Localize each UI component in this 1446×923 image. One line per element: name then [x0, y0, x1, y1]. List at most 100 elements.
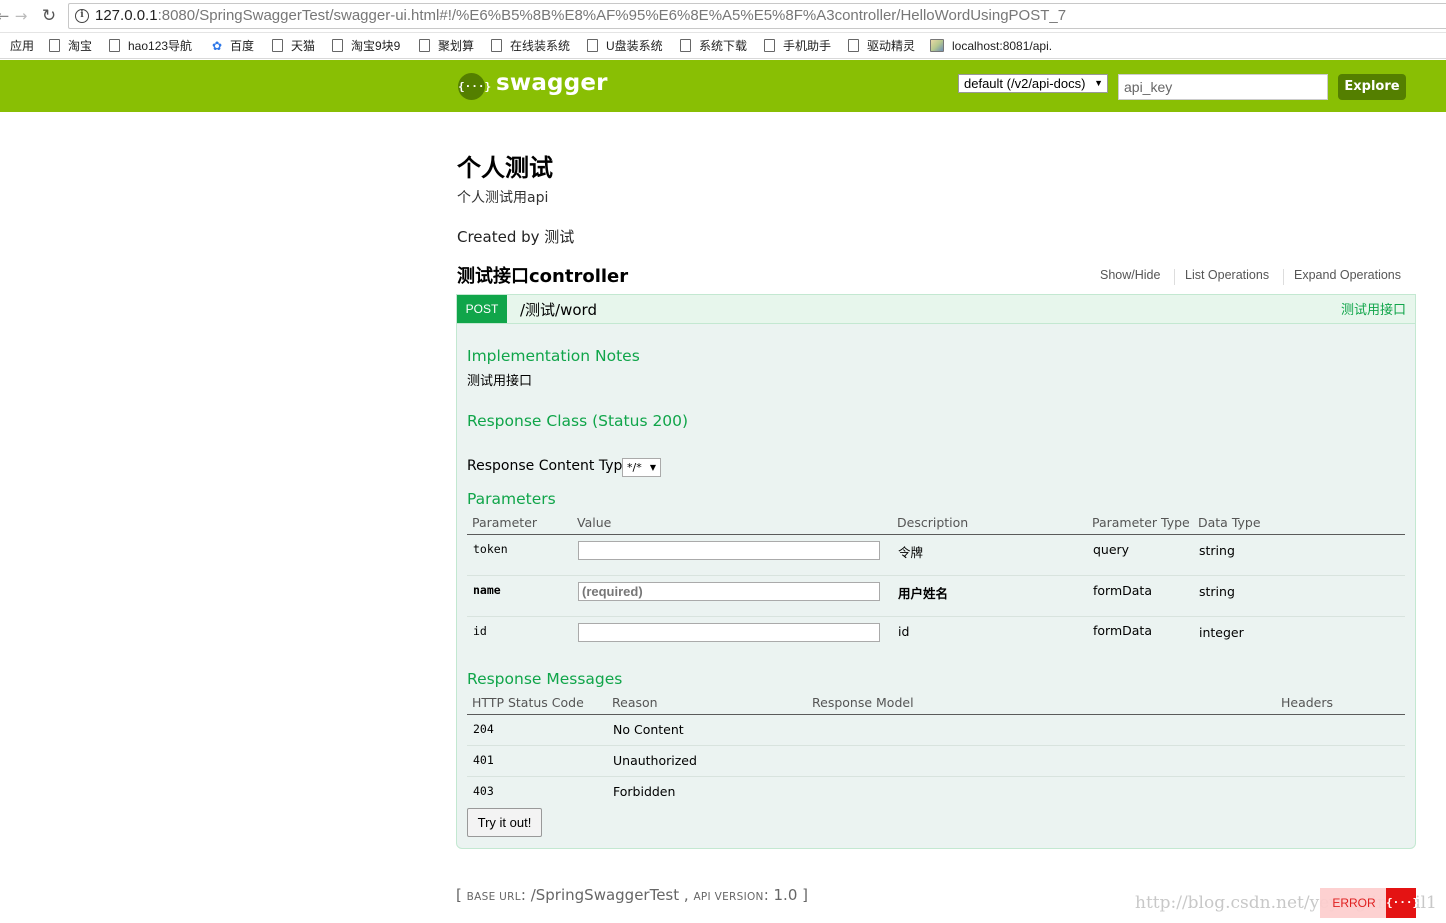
- parameters-heading: Parameters: [467, 490, 556, 508]
- page-icon: [272, 39, 283, 52]
- status-code: 403: [473, 784, 494, 798]
- browser-address-row: ← → ↻ i 127.0.0.1:8080/SpringSwaggerTest…: [0, 0, 1446, 33]
- address-bar[interactable]: i 127.0.0.1:8080/SpringSwaggerTest/swagg…: [68, 3, 1446, 29]
- info-icon[interactable]: i: [75, 9, 89, 23]
- paw-icon: ✿: [210, 39, 224, 53]
- show-hide-link[interactable]: Show/Hide: [1100, 268, 1160, 282]
- footer-base-url: [ Base url: /SpringSwaggerTest , api ver…: [456, 886, 808, 904]
- expand-operations-link[interactable]: Expand Operations: [1294, 268, 1401, 282]
- param-header-value: Value: [577, 515, 612, 530]
- bookmark-localhost[interactable]: localhost:8081/api.: [930, 37, 1052, 55]
- url-rest: :8080/SpringSwaggerTest/swagger-ui.html#…: [157, 7, 1067, 24]
- image-icon: [930, 39, 944, 52]
- swagger-logo-icon[interactable]: {···}: [458, 73, 491, 100]
- param-data-type: string: [1199, 543, 1235, 558]
- bookmark-label: localhost:8081/api.: [952, 39, 1053, 53]
- bookmark-usb-install[interactable]: U盘装系统: [587, 37, 663, 55]
- page-icon: [764, 39, 775, 52]
- table-header-rule: [467, 534, 1405, 535]
- msg-header-response-model: Response Model: [812, 695, 914, 710]
- param-header-parameter-type: Parameter Type: [1092, 515, 1190, 530]
- http-method-badge[interactable]: POST: [457, 295, 507, 323]
- status-reason: Unauthorized: [613, 753, 697, 768]
- page-icon: [109, 39, 120, 52]
- operation-summary[interactable]: 测试用接口: [1320, 299, 1406, 318]
- bookmark-tmall[interactable]: 天猫: [272, 37, 315, 55]
- api-version-value: : 1.0 ]: [763, 886, 808, 904]
- param-name: id: [473, 624, 487, 638]
- bookmark-label: 淘宝9块9: [351, 39, 401, 53]
- msg-header-reason: Reason: [612, 695, 658, 710]
- implementation-notes: 测试用接口: [467, 374, 533, 389]
- spec-select[interactable]: default (/v2/api-docs) ▼: [958, 74, 1108, 93]
- operation-heading[interactable]: [456, 294, 1416, 324]
- bookmarks-bar: 应用 淘宝 hao123导航 ✿ 百度 天猫 淘宝9块9 聚划算 在线装系统 U盘…: [0, 33, 1446, 59]
- response-class-heading: Response Class (Status 200): [467, 412, 689, 430]
- validator-error-icon[interactable]: {···}: [1386, 888, 1419, 918]
- url-text[interactable]: 127.0.0.1:8080/SpringSwaggerTest/swagger…: [95, 7, 1066, 24]
- param-name: token: [473, 542, 508, 556]
- param-data-type: string: [1199, 584, 1235, 599]
- resource-actions: Show/Hide List Operations Expand Operati…: [1095, 268, 1407, 286]
- param-name: name: [473, 583, 501, 597]
- bookmark-taobao99[interactable]: 淘宝9块9: [332, 37, 400, 55]
- validator-error-badge[interactable]: ERROR: [1320, 888, 1388, 918]
- bookmark-juhuasuan[interactable]: 聚划算: [419, 37, 474, 55]
- spec-select-value: default (/v2/api-docs): [964, 76, 1086, 91]
- list-operations-link[interactable]: List Operations: [1185, 268, 1269, 282]
- operation-path[interactable]: /测试/word: [520, 299, 597, 320]
- param-header-parameter: Parameter: [472, 515, 538, 530]
- msg-header-headers: Headers: [1281, 695, 1334, 710]
- explore-button[interactable]: Explore: [1338, 74, 1406, 100]
- bookmark-hao123[interactable]: hao123导航: [109, 37, 192, 55]
- api-created-by: Created by 测试: [457, 228, 575, 246]
- param-name-input[interactable]: [578, 582, 880, 601]
- param-header-description: Description: [897, 515, 969, 530]
- api-key-input[interactable]: [1118, 74, 1328, 100]
- bookmark-label: 百度: [230, 39, 255, 53]
- bookmark-baidu[interactable]: ✿ 百度: [210, 37, 254, 55]
- status-code: 204: [473, 722, 494, 736]
- param-type: formData: [1093, 623, 1152, 638]
- resource-title[interactable]: 测试接口controller: [457, 262, 628, 288]
- swagger-brand[interactable]: swagger: [496, 70, 608, 96]
- bookmark-phone-assistant[interactable]: 手机助手: [764, 37, 831, 55]
- implementation-notes-heading: Implementation Notes: [467, 347, 640, 365]
- bookmark-label: 系统下载: [699, 39, 748, 53]
- forward-arrow-icon[interactable]: →: [12, 7, 30, 25]
- bookmark-system-download[interactable]: 系统下载: [680, 37, 747, 55]
- page-icon: [491, 39, 502, 52]
- param-id-input[interactable]: [578, 623, 880, 642]
- dropdown-arrow-icon: ▼: [649, 463, 656, 472]
- msg-header-status-code: HTTP Status Code: [472, 695, 584, 710]
- param-header-data-type: Data Type: [1198, 515, 1261, 530]
- bracket-open: [: [456, 886, 467, 904]
- bookmark-online-install[interactable]: 在线装系统: [491, 37, 570, 55]
- try-it-out-button[interactable]: Try it out!: [467, 808, 542, 837]
- bookmark-label: 天猫: [291, 39, 316, 53]
- bookmark-label: 聚划算: [438, 39, 475, 53]
- response-content-type-select[interactable]: */* ▼: [622, 458, 661, 477]
- bookmark-label: 在线装系统: [510, 39, 571, 53]
- bookmark-label: 驱动精灵: [867, 39, 916, 53]
- reload-icon[interactable]: ↻: [40, 7, 58, 25]
- param-data-type: integer: [1199, 625, 1244, 640]
- bookmark-driver-genius[interactable]: 驱动精灵: [848, 37, 915, 55]
- response-messages-heading: Response Messages: [467, 670, 623, 688]
- base-url-value: : /SpringSwaggerTest ,: [520, 886, 694, 904]
- api-description: 个人测试用api: [457, 190, 549, 206]
- row-divider: [467, 616, 1405, 617]
- url-host: 127.0.0.1: [95, 7, 158, 24]
- page-icon: [680, 39, 691, 52]
- api-version-label: api version: [693, 891, 764, 903]
- row-divider: [467, 575, 1405, 576]
- back-arrow-icon[interactable]: ←: [0, 7, 12, 25]
- param-token-input[interactable]: [578, 541, 880, 560]
- api-title: 个人测试: [457, 154, 553, 182]
- bookmark-taobao[interactable]: 淘宝: [49, 37, 92, 55]
- page-icon: [419, 39, 430, 52]
- base-url-label: Base url: [466, 891, 521, 903]
- bookmark-apps[interactable]: 应用: [10, 37, 34, 55]
- param-type: query: [1093, 542, 1130, 557]
- bookmark-label: 淘宝: [68, 39, 93, 53]
